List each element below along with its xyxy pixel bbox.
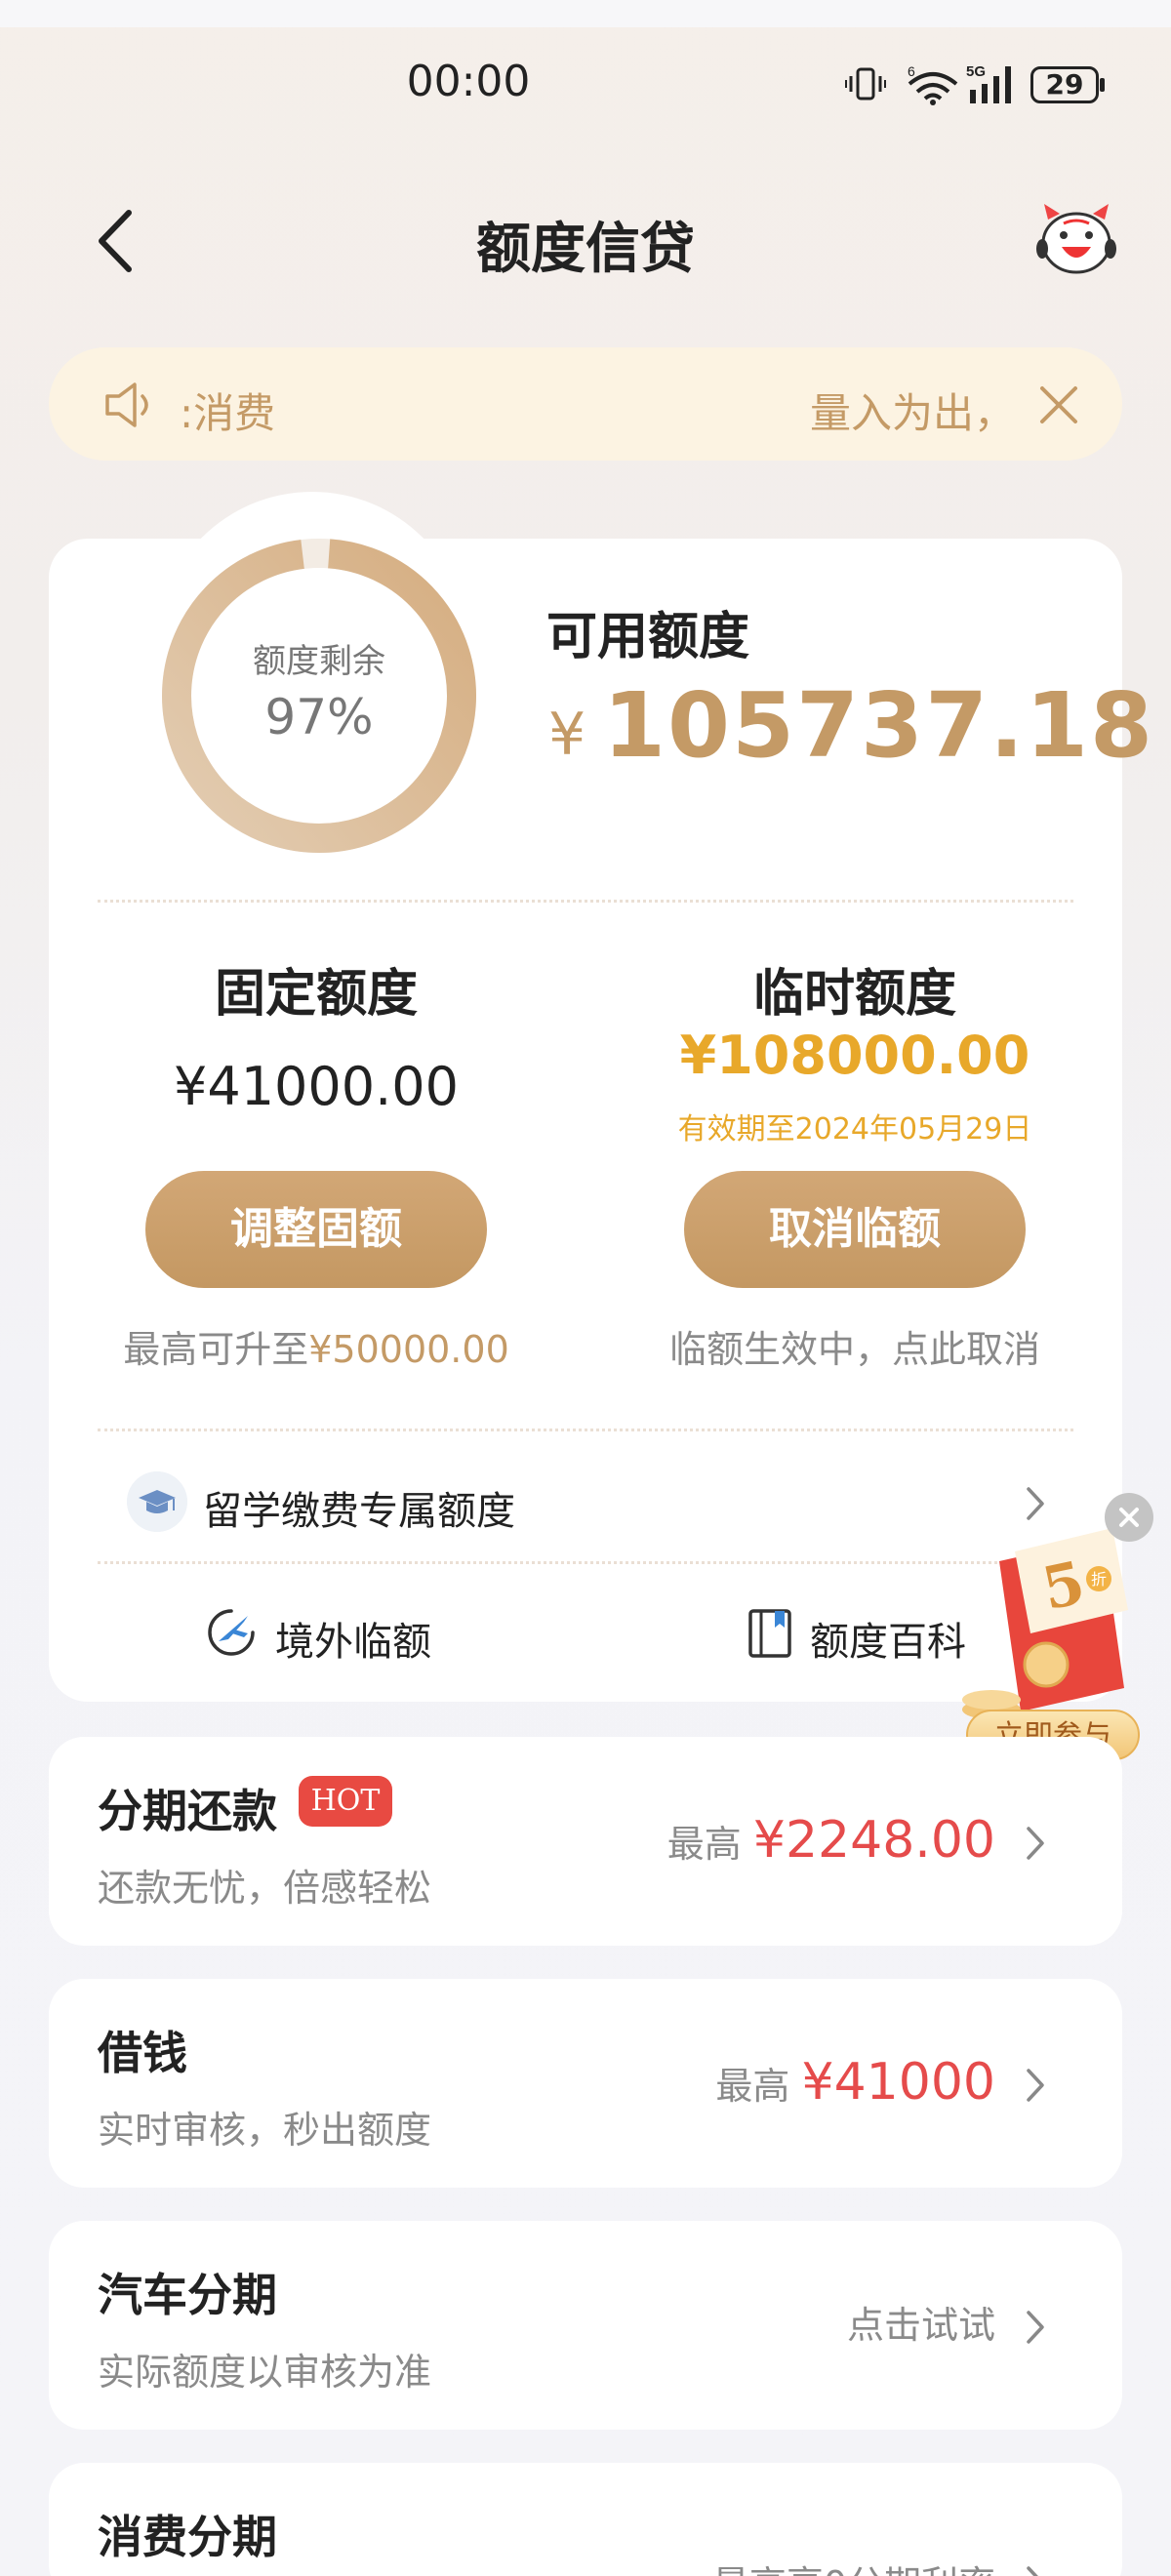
consumer-installment-card[interactable]: 消费分期 最高享0分期利率 (49, 2463, 1122, 2576)
promo-tag: 折 (1091, 1571, 1107, 1589)
notice-text-right: 量入为出， (810, 389, 1016, 437)
cancel-temp-button[interactable]: 取消临额 (684, 1171, 1026, 1288)
available-amount: 105737.18 (603, 673, 1155, 778)
product-right-info: 点击试试 (847, 2295, 995, 2349)
product-subtitle: 实际额度以审核为准 (98, 2351, 432, 2394)
fixed-credit-amount: ¥41000.00 (173, 1056, 460, 1117)
chevron-right-icon (1027, 1827, 1044, 1860)
available-currency: ¥ (548, 701, 586, 769)
fixed-note-amount: ¥50000.00 (308, 1328, 509, 1371)
product-title: 分期还款 (98, 1785, 277, 1837)
wifi-icon: 6 (908, 63, 958, 105)
product-right-info: 最高享0分期利率 (712, 2555, 995, 2576)
product-title: 借钱 (98, 2027, 187, 2079)
fixed-credit-note: 最高可升至¥50000.00 (72, 1319, 560, 1373)
product-title: 汽车分期 (98, 2269, 277, 2321)
speaker-icon (105, 382, 148, 427)
temp-credit-expiry: 有效期至2024年05月29日 (677, 1112, 1032, 1147)
back-icon[interactable] (94, 207, 137, 275)
mascot-icon[interactable] (1034, 200, 1118, 278)
adjust-fixed-button[interactable]: 调整固额 (145, 1171, 487, 1288)
promo-close-button[interactable] (1105, 1493, 1153, 1542)
product-prefix: 最高享0分期利率 (712, 2563, 995, 2576)
book-icon (748, 1609, 791, 1658)
top-strip (0, 0, 1171, 27)
ring-label: 额度剩余 (253, 642, 385, 681)
page-title: 额度信贷 (476, 218, 695, 281)
chevron-right-icon (1027, 2566, 1038, 2576)
car-installment-card[interactable]: 汽车分期 实际额度以审核为准 点击试试 (49, 2221, 1122, 2430)
product-amount: ¥2248.00 (752, 1811, 995, 1870)
vibrate-icon (845, 67, 886, 101)
product-right-info: 最高 ¥2248.00 (667, 1811, 995, 1870)
temp-credit-note[interactable]: 临额生效中，点此取消 (611, 1319, 1099, 1373)
wifi-label: 6 (908, 63, 915, 79)
divider (98, 900, 1073, 903)
fixed-credit-title: 固定额度 (214, 965, 418, 1024)
plane-icon (208, 1609, 255, 1656)
signal-icon: 5G (966, 63, 1011, 103)
product-prefix: 最高 (666, 1823, 742, 1866)
battery-level: 29 (1030, 66, 1099, 103)
chevron-right-icon (1027, 2311, 1044, 2344)
product-prefix: 点击试试 (846, 2304, 995, 2347)
temp-credit-title: 临时额度 (752, 965, 956, 1024)
study-credit-label: 留学缴费专属额度 (203, 1489, 515, 1534)
installment-repay-card[interactable]: 分期还款 HOT 还款无忧，倍感轻松 最高 ¥2248.00 (49, 1737, 1122, 1946)
hot-badge: HOT (299, 1776, 392, 1827)
product-right-info: 最高 ¥41000 (715, 2053, 995, 2112)
graduation-cap-icon (127, 1471, 187, 1532)
borrow-money-card[interactable]: 借钱 实时审核，秒出额度 最高 ¥41000 (49, 1979, 1122, 2188)
overseas-credit-label: 境外临额 (275, 1620, 431, 1665)
divider (98, 1429, 1073, 1431)
credit-wiki-label: 额度百科 (810, 1620, 966, 1665)
fixed-note-prefix: 最高可升至 (123, 1328, 309, 1371)
notice-bar[interactable]: :消费 量入为出， (49, 347, 1122, 461)
signal-label: 5G (966, 63, 986, 80)
chevron-right-icon (1027, 2069, 1044, 2102)
product-title: 消费分期 (98, 2511, 277, 2563)
ring-percent: 97% (264, 689, 374, 745)
battery-nub (1100, 78, 1105, 92)
status-time: 00:00 (406, 57, 531, 106)
product-subtitle: 实时审核，秒出额度 (98, 2109, 432, 2152)
close-icon[interactable] (1036, 382, 1081, 427)
product-prefix: 最高 (715, 2065, 790, 2108)
divider (98, 1561, 1073, 1564)
battery-icon: 29 (1030, 66, 1105, 103)
notice-text-left: :消费 (180, 389, 276, 437)
product-amount: ¥41000 (801, 2053, 995, 2112)
status-icons: 6 5G 29 (839, 60, 1112, 107)
product-subtitle: 还款无忧，倍感轻松 (98, 1867, 432, 1910)
available-label: 可用额度 (546, 608, 750, 666)
close-icon (1119, 1508, 1139, 1527)
temp-credit-amount: ¥108000.00 (679, 1025, 1030, 1086)
